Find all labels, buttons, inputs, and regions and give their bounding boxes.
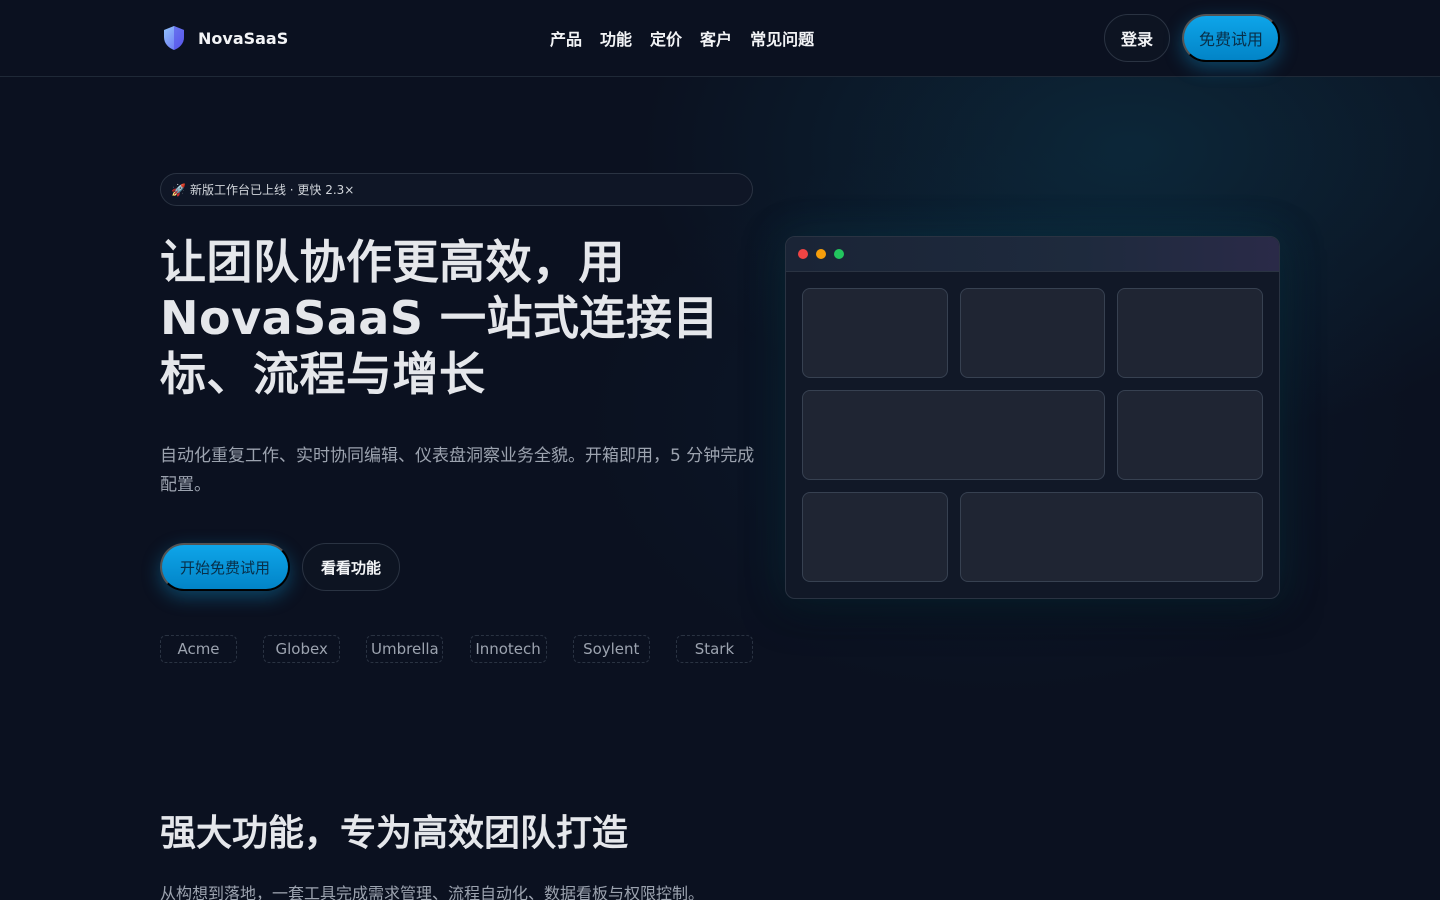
preview-tile-wide — [960, 492, 1263, 582]
rocket-icon: 🚀 — [171, 182, 186, 197]
nav-link-product[interactable]: 产品 — [550, 26, 582, 50]
preview-tile — [1117, 390, 1263, 480]
window-minimize-dot — [816, 249, 826, 259]
logo-globex: Globex — [263, 635, 341, 663]
brand[interactable]: NovaSaaS — [162, 25, 288, 51]
free-trial-button[interactable]: 免费试用 — [1182, 14, 1280, 62]
nav-link-faq[interactable]: 常见问题 — [750, 26, 814, 50]
nav-links: 产品 功能 定价 客户 常见问题 — [550, 26, 814, 50]
logo-acme: Acme — [160, 635, 237, 663]
customer-logos: Acme Globex Umbrella Innotech Soylent St… — [160, 635, 753, 663]
start-free-trial-button[interactable]: 开始免费试用 — [160, 543, 290, 591]
nav-link-customers[interactable]: 客户 — [700, 26, 732, 50]
brand-name: NovaSaaS — [198, 28, 289, 48]
announcement-text: 新版工作台已上线 · 更快 2.3× — [189, 183, 355, 197]
logo-soylent: Soylent — [572, 635, 650, 663]
window-close-dot — [798, 249, 808, 259]
view-features-button[interactable]: 看看功能 — [302, 543, 400, 591]
preview-tile-wide — [802, 390, 1105, 480]
logo-umbrella: Umbrella — [366, 635, 444, 663]
dashboard-preview — [785, 236, 1280, 599]
preview-tile — [1117, 288, 1263, 378]
shield-logo-icon — [164, 26, 184, 50]
preview-tile — [802, 288, 948, 378]
nav-link-pricing[interactable]: 定价 — [650, 26, 682, 50]
features-title: 强大功能，专为高效团队打造 — [160, 813, 629, 854]
announcement-badge[interactable]: 🚀 新版工作台已上线 · 更快 2.3× — [160, 173, 753, 206]
features-subtitle: 从构想到落地，一套工具完成需求管理、流程自动化、数据看板与权限控制。 — [160, 884, 705, 900]
nav-link-features[interactable]: 功能 — [600, 26, 632, 50]
preview-tile — [960, 288, 1105, 378]
window-maximize-dot — [834, 249, 844, 259]
logo-innotech: Innotech — [469, 635, 547, 663]
logo-stark: Stark — [675, 635, 753, 663]
preview-tile — [802, 492, 948, 582]
top-nav: NovaSaaS 产品 功能 定价 客户 常见问题 登录 免费试用 — [0, 0, 1440, 77]
login-button[interactable]: 登录 — [1104, 14, 1170, 62]
hero-subtitle: 自动化重复工作、实时协同编辑、仪表盘洞察业务全貌。开箱即用，5 分钟完成配置。 — [160, 446, 755, 495]
hero-title: 让团队协作更高效，用 NovaSaaS 一站式连接目标、流程与增长 — [160, 235, 719, 401]
window-titlebar — [786, 237, 1279, 272]
